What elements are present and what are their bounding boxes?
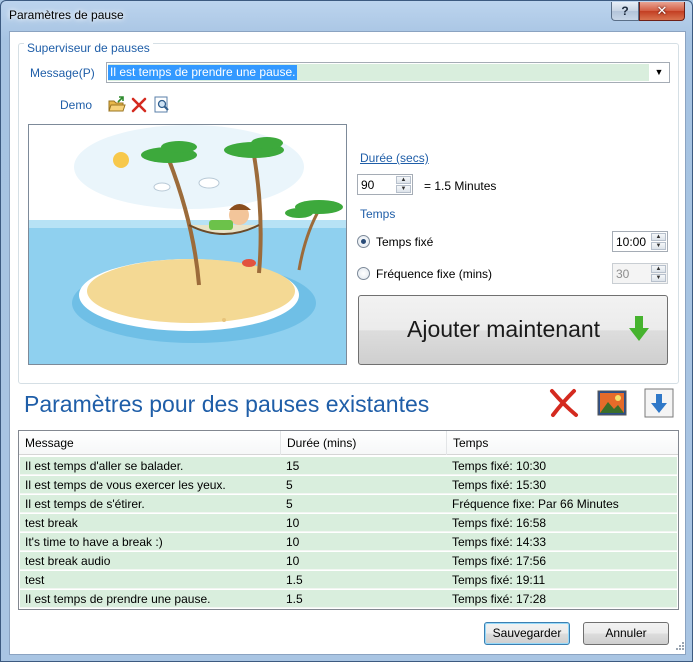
message-label: Message(P) xyxy=(30,66,95,80)
column-header-duration[interactable]: Durée (mins) xyxy=(281,431,447,455)
demo-label: Demo xyxy=(60,98,93,112)
spin-up-icon[interactable]: ▲ xyxy=(651,233,666,241)
cancel-button[interactable]: Annuler xyxy=(583,622,669,645)
frequency-spin-buttons: ▲ ▼ xyxy=(651,265,666,282)
preview-icon[interactable] xyxy=(153,96,171,114)
title-bar[interactable]: Paramètres de pause ? ✕ xyxy=(1,1,692,31)
row-message: test break audio xyxy=(25,554,111,568)
row-time: Temps fixé: 10:30 xyxy=(452,459,547,473)
image-icon[interactable] xyxy=(597,390,627,419)
time-label: Temps xyxy=(360,207,396,221)
row-duration: 15 xyxy=(286,459,300,473)
row-time: Temps fixé: 16:58 xyxy=(452,516,547,530)
duration-label: Durée (secs) xyxy=(360,151,429,165)
table-row[interactable]: Il est temps de vous exercer les yeux. 5… xyxy=(20,476,677,494)
row-time: Fréquence fixe: Par 66 Minutes xyxy=(452,497,619,511)
row-message: Il est temps de vous exercer les yeux. xyxy=(25,478,226,492)
existing-breaks-list[interactable]: Message Durée (mins) Temps Il est temps … xyxy=(18,430,679,610)
message-combobox[interactable]: Il est temps de prendre une pause. ▼ xyxy=(106,62,670,83)
fixed-time-value: 10:00 xyxy=(616,235,647,249)
spin-down-icon[interactable]: ▼ xyxy=(651,242,666,250)
help-button[interactable]: ? xyxy=(611,2,639,21)
fixed-time-label: Temps fixé xyxy=(376,235,434,249)
row-duration: 1.5 xyxy=(286,573,303,587)
row-message: Il est temps d'aller se balader. xyxy=(25,459,184,473)
group-legend: Superviseur de pauses xyxy=(24,41,153,55)
resize-grip-icon[interactable] xyxy=(674,639,684,653)
frequency-label: Fréquence fixe (mins) xyxy=(376,267,493,281)
row-duration: 10 xyxy=(286,535,300,549)
row-message: Il est temps de s'étirer. xyxy=(25,497,145,511)
column-header-message[interactable]: Message xyxy=(19,431,281,455)
row-duration: 1.5 xyxy=(286,592,303,606)
spin-up-icon[interactable]: ▲ xyxy=(396,176,411,184)
table-row[interactable]: test break audio 10 Temps fixé: 17:56 xyxy=(20,552,677,570)
table-row[interactable]: test break 10 Temps fixé: 16:58 xyxy=(20,514,677,532)
existing-breaks-title: Paramètres pour des pauses existantes xyxy=(24,391,430,417)
spin-down-icon: ▼ xyxy=(651,274,666,282)
row-message: Il est temps de prendre une pause. xyxy=(25,592,211,606)
table-row[interactable]: Il est temps d'aller se balader. 15 Temp… xyxy=(20,457,677,475)
duration-value: 90 xyxy=(361,178,375,192)
spin-up-icon: ▲ xyxy=(651,265,666,273)
column-header-time[interactable]: Temps xyxy=(447,431,678,455)
message-combobox-field[interactable]: Il est temps de prendre une pause. xyxy=(108,64,649,81)
frequency-spinbox: 30 ▲ ▼ xyxy=(612,263,668,284)
row-duration: 10 xyxy=(286,554,300,568)
dialog-client-area: Superviseur de pauses Message(P) Il est … xyxy=(9,31,686,655)
fixed-time-spin-buttons[interactable]: ▲ ▼ xyxy=(651,233,666,250)
delete-icon[interactable] xyxy=(548,387,580,422)
table-row[interactable]: test 1.5 Temps fixé: 19:11 xyxy=(20,571,677,589)
list-header: Message Durée (mins) Temps xyxy=(19,431,678,455)
window-title: Paramètres de pause xyxy=(9,8,124,22)
frequency-radio[interactable] xyxy=(357,267,370,280)
close-button[interactable]: ✕ xyxy=(639,2,685,21)
row-duration: 10 xyxy=(286,516,300,530)
row-duration: 5 xyxy=(286,478,293,492)
fixed-time-radio[interactable] xyxy=(357,235,370,248)
frequency-value: 30 xyxy=(616,267,630,281)
row-time: Temps fixé: 17:56 xyxy=(452,554,547,568)
fixed-time-spinbox[interactable]: 10:00 ▲ ▼ xyxy=(612,231,668,252)
row-duration: 5 xyxy=(286,497,293,511)
add-now-label: Ajouter maintenant xyxy=(407,316,601,342)
delete-icon[interactable] xyxy=(130,96,148,114)
duration-spin-buttons[interactable]: ▲ ▼ xyxy=(396,176,411,193)
row-time: Temps fixé: 17:28 xyxy=(452,592,547,606)
table-row[interactable]: It's time to have a break :) 10 Temps fi… xyxy=(20,533,677,551)
spin-down-icon[interactable]: ▼ xyxy=(396,185,411,193)
table-row[interactable]: Il est temps de prendre une pause. 1.5 T… xyxy=(20,590,677,608)
green-down-arrow-icon xyxy=(629,316,649,345)
download-icon[interactable] xyxy=(644,388,674,421)
row-time: Temps fixé: 14:33 xyxy=(452,535,547,549)
row-time: Temps fixé: 15:30 xyxy=(452,478,547,492)
duration-equivalent: = 1.5 Minutes xyxy=(424,179,497,193)
dialog-window: Paramètres de pause ? ✕ Superviseur de p… xyxy=(0,0,693,662)
duration-spinbox[interactable]: 90 ▲ ▼ xyxy=(357,174,413,195)
chevron-down-icon[interactable]: ▼ xyxy=(651,65,667,80)
row-time: Temps fixé: 19:11 xyxy=(452,573,546,587)
open-folder-icon[interactable] xyxy=(108,96,126,114)
demo-island-image xyxy=(28,124,347,365)
message-text: Il est temps de prendre une pause. xyxy=(108,65,298,80)
row-message: test xyxy=(25,573,45,587)
row-message: It's time to have a break :) xyxy=(25,535,163,549)
save-button[interactable]: Sauvegarder xyxy=(484,622,570,645)
row-message: test break xyxy=(25,516,78,530)
table-row[interactable]: Il est temps de s'étirer. 5 Fréquence fi… xyxy=(20,495,677,513)
add-now-button[interactable]: Ajouter maintenant xyxy=(358,295,668,365)
